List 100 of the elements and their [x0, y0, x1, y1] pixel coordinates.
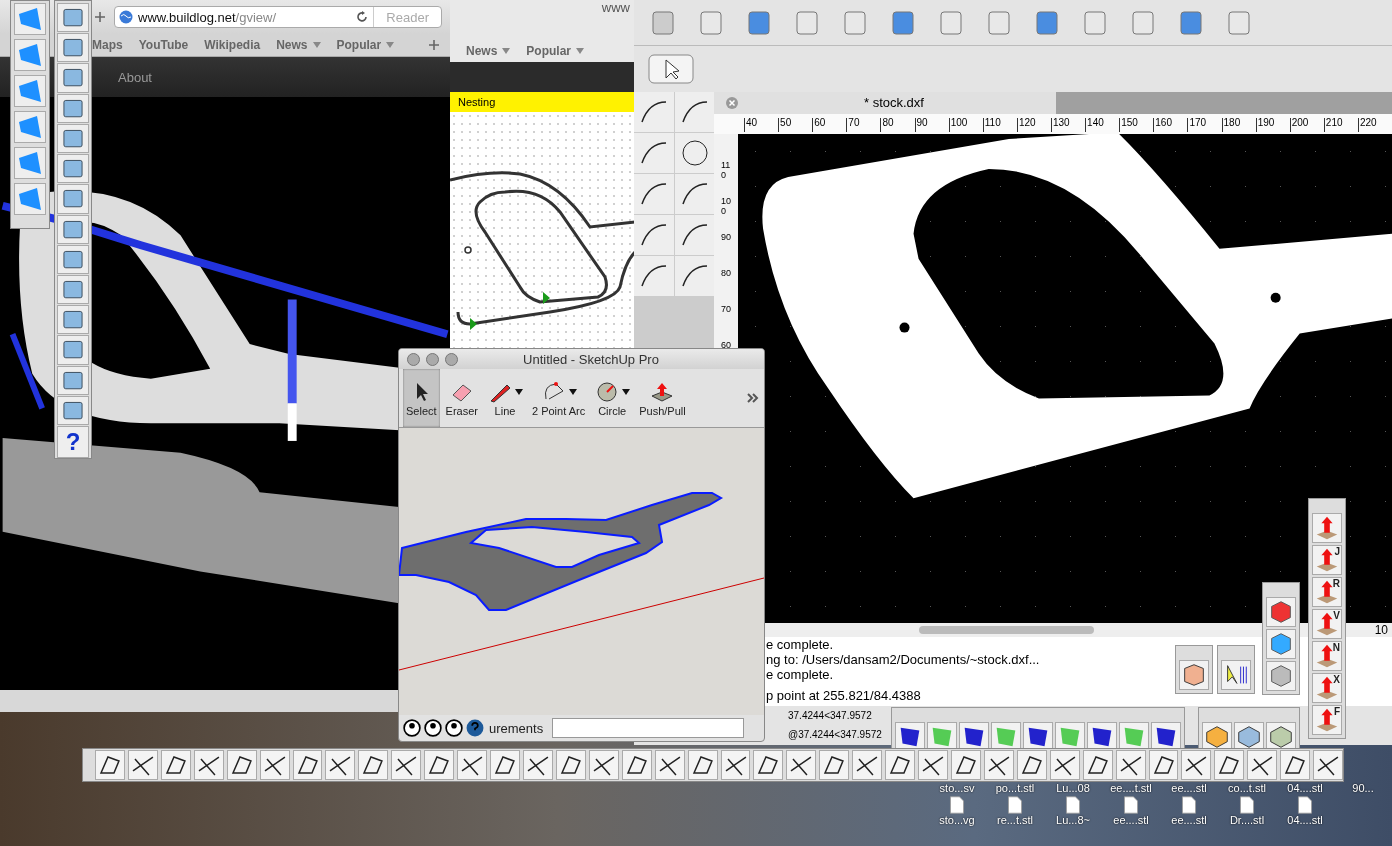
window-control-icon[interactable] [407, 352, 420, 366]
help-icon[interactable] [466, 719, 484, 737]
tool-icon[interactable] [1148, 750, 1179, 780]
tool-icon[interactable] [687, 750, 718, 780]
status-icon[interactable] [445, 719, 463, 737]
extrude-icon[interactable]: V [1312, 609, 1342, 639]
tool-icon[interactable] [127, 750, 158, 780]
tool-icon[interactable] [786, 750, 817, 780]
tool-icon[interactable] [457, 750, 488, 780]
cube-icon[interactable] [1266, 597, 1296, 627]
file-label[interactable]: po...t.stl [995, 782, 1035, 794]
tool-icon[interactable] [555, 750, 586, 780]
tool-icon[interactable] [588, 750, 619, 780]
nav-link[interactable]: About [118, 69, 152, 85]
file-label[interactable]: co...t.stl [1228, 782, 1266, 794]
bookmark-link[interactable]: News [276, 38, 321, 52]
file-label[interactable]: ee....stl [1113, 814, 1149, 826]
tool-icon[interactable] [391, 750, 422, 780]
tool-icon[interactable] [983, 750, 1014, 780]
tool-icon[interactable] [1181, 750, 1212, 780]
tool-icon[interactable] [358, 750, 389, 780]
help-icon[interactable]: ? [57, 426, 89, 459]
tool-icon[interactable] [226, 750, 257, 780]
cad-tool-icon[interactable] [634, 214, 674, 255]
tool-icon[interactable] [950, 750, 981, 780]
tool-icon[interactable] [918, 750, 948, 780]
extrude-icon[interactable]: N [1312, 641, 1342, 671]
tool-button[interactable]: Select [403, 369, 440, 427]
tool-icon[interactable] [292, 750, 323, 780]
file-icon[interactable] [1181, 796, 1197, 814]
address-field[interactable]: www.buildlog.net/gview/ Reader [114, 6, 442, 28]
document-tab[interactable]: * stock.dxf [714, 91, 1056, 114]
file-label[interactable]: Lu...8~ [1056, 814, 1090, 826]
file-icon[interactable] [949, 796, 965, 814]
file-icon[interactable] [1297, 796, 1313, 814]
tool-icon[interactable] [753, 750, 784, 780]
extrude-icon[interactable]: R [1312, 577, 1342, 607]
file-icon[interactable] [1007, 796, 1023, 814]
window-control-icon[interactable] [426, 352, 439, 366]
tool-icon[interactable] [1280, 750, 1311, 780]
cad-tool-icon[interactable] [634, 173, 674, 214]
file-label[interactable]: re...t.stl [996, 814, 1034, 826]
tool-icon[interactable] [852, 750, 883, 780]
tool-icon[interactable] [160, 750, 191, 780]
close-icon[interactable] [726, 96, 738, 109]
file-label[interactable]: sto...sv [939, 782, 975, 794]
cad-tool-icon[interactable] [634, 91, 674, 132]
reload-icon[interactable] [356, 11, 369, 23]
box-icon[interactable] [1179, 660, 1209, 690]
tool-icon[interactable] [193, 750, 224, 780]
file-label[interactable]: Lu...08 [1056, 782, 1090, 794]
tool-icon[interactable] [885, 750, 916, 780]
tool-icon[interactable] [819, 750, 850, 780]
tool-icon[interactable] [490, 750, 520, 780]
tool-icon[interactable] [259, 750, 290, 780]
file-label[interactable]: ee....stl [1171, 782, 1207, 794]
tool-icon[interactable] [1115, 750, 1146, 780]
tool-button[interactable]: Push/Pull [636, 369, 689, 427]
cube-icon[interactable] [1266, 661, 1296, 691]
file-icon[interactable] [1239, 796, 1255, 814]
tool-button[interactable]: 2 Point Arc [529, 369, 589, 427]
bookmark-link[interactable]: Popular [526, 44, 585, 58]
file-label[interactable]: sto...vg [939, 814, 975, 826]
tool-button[interactable]: Circle [591, 369, 634, 427]
bookmark-link[interactable]: Maps [92, 38, 123, 52]
bookmark-link[interactable]: Popular [336, 38, 395, 52]
new-tab-icon[interactable] [94, 11, 106, 23]
file-label[interactable]: Dr....stl [1229, 814, 1265, 826]
tool-icon[interactable] [1313, 750, 1344, 780]
file-icon[interactable] [1065, 796, 1081, 814]
tool-icon[interactable] [1214, 750, 1245, 780]
file-icon[interactable] [1123, 796, 1139, 814]
status-icon[interactable] [424, 719, 442, 737]
file-label[interactable]: 04....stl [1287, 814, 1323, 826]
file-label[interactable]: 04....stl [1287, 782, 1323, 794]
tool-icon[interactable] [720, 750, 751, 780]
measurements-field[interactable] [552, 718, 745, 738]
tool-icon[interactable] [424, 750, 455, 780]
scrollbar-thumb[interactable] [919, 625, 1094, 634]
bookmark-link[interactable]: News [466, 44, 511, 58]
cad-tool-icon[interactable] [634, 255, 674, 296]
extrude-icon[interactable]: J [1312, 545, 1342, 575]
cad-tool-icon[interactable] [675, 214, 715, 255]
tool-button[interactable]: Eraser [442, 369, 481, 427]
pointer-button[interactable] [648, 53, 694, 84]
cad-tool-icon[interactable] [675, 132, 715, 173]
cad-tool-icon[interactable] [675, 91, 715, 132]
tool-icon[interactable] [1082, 750, 1113, 780]
pointer-icon[interactable] [1221, 660, 1251, 690]
cube-icon[interactable] [1266, 629, 1296, 659]
file-label[interactable]: 90... [1352, 782, 1374, 794]
cad-tool-icon[interactable] [675, 173, 715, 214]
tool-icon[interactable] [1247, 750, 1278, 780]
add-tab-icon[interactable] [428, 39, 440, 51]
file-label[interactable]: ee....t.stl [1110, 782, 1152, 794]
tool-icon[interactable] [95, 750, 125, 780]
tool-icon[interactable] [621, 750, 652, 780]
tool-icon[interactable] [1049, 750, 1080, 780]
file-label[interactable]: ee....stl [1171, 814, 1207, 826]
tool-icon[interactable] [1016, 750, 1047, 780]
